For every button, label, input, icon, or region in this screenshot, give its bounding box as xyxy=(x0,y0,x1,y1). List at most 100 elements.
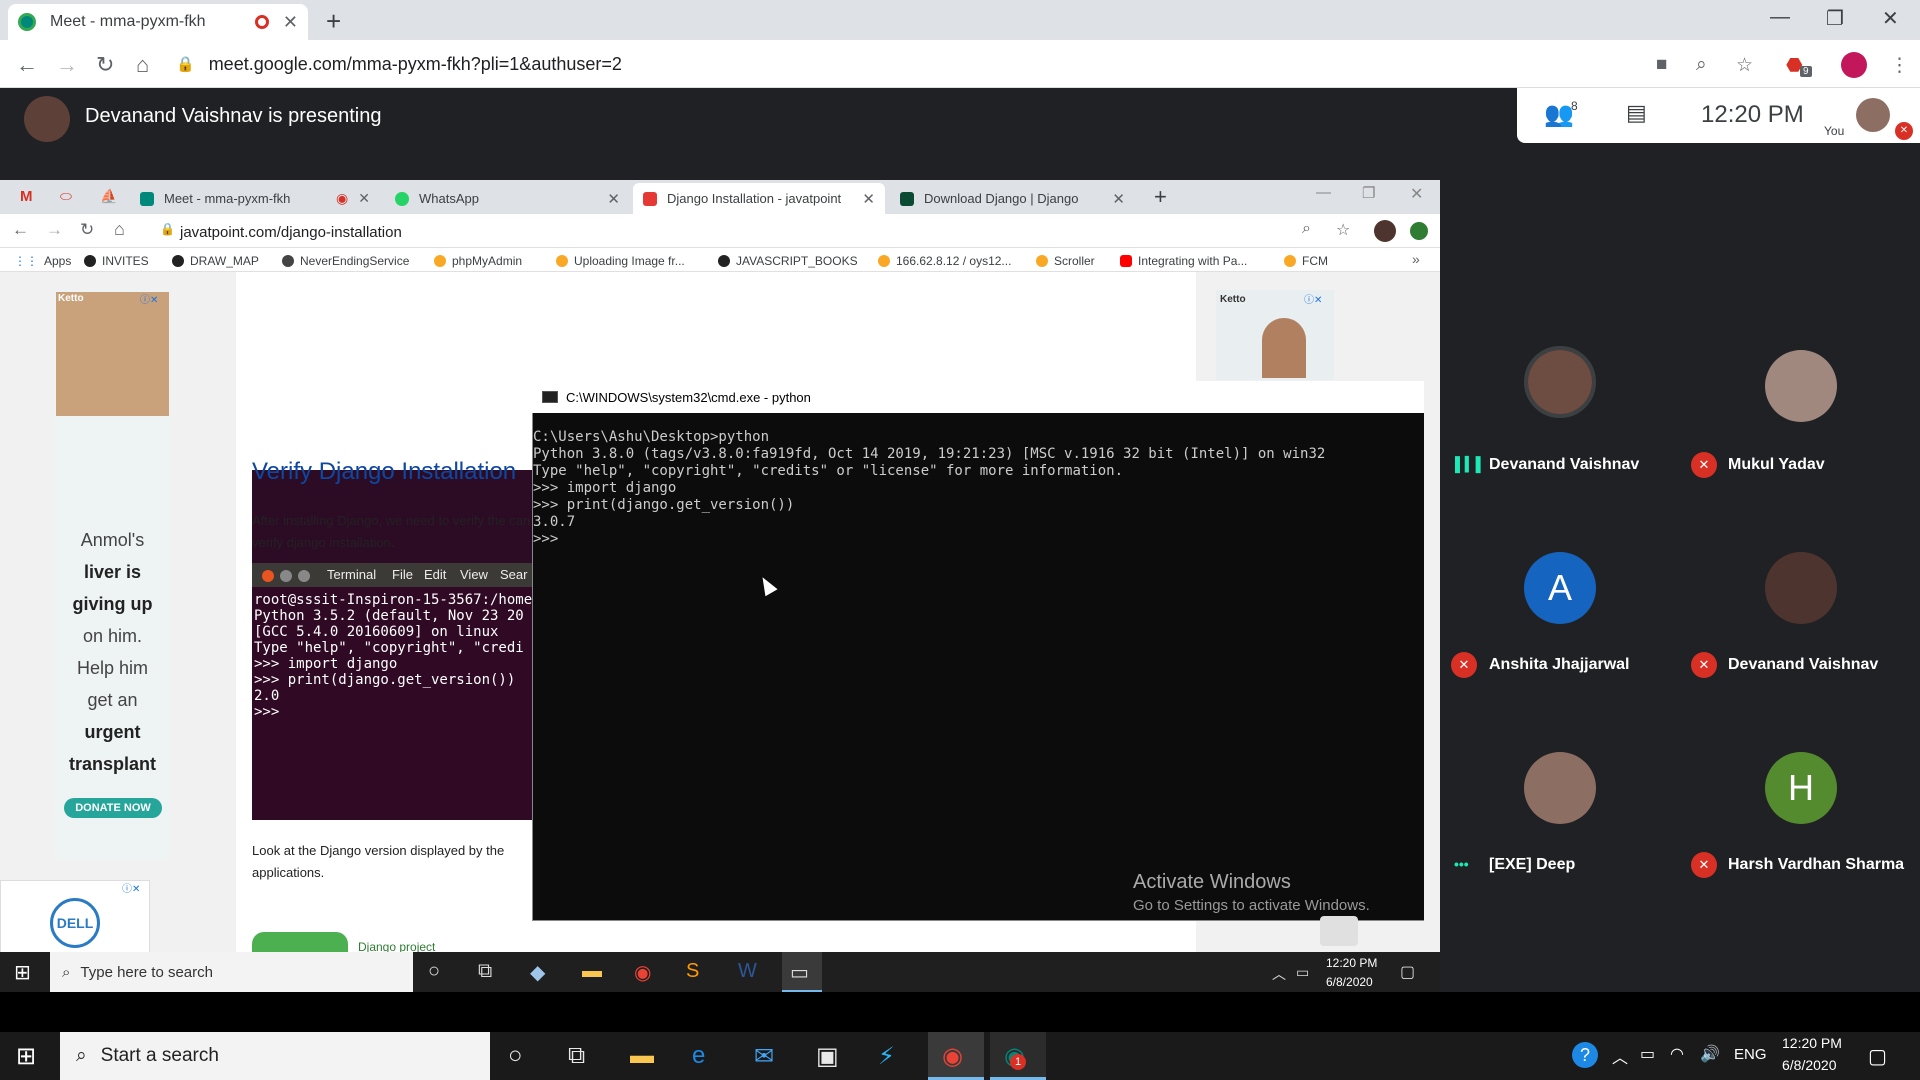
vscode-icon[interactable]: ⚡ xyxy=(878,1042,895,1071)
cmd-window[interactable] xyxy=(532,381,1440,921)
page-scrollbar[interactable] xyxy=(1424,272,1440,992)
help-icon[interactable]: ? xyxy=(1572,1042,1598,1068)
bookmark-invites[interactable]: INVITES xyxy=(84,254,149,268)
close-tab-icon[interactable]: ✕ xyxy=(1112,190,1125,208)
new-tab-button[interactable]: + xyxy=(326,6,341,37)
participant-avatar[interactable]: H xyxy=(1765,752,1837,824)
store-icon[interactable]: ▣ xyxy=(816,1042,839,1071)
reload-icon[interactable]: ↻ xyxy=(80,220,94,240)
bookmark-fcm[interactable]: FCM xyxy=(1284,254,1328,268)
inner-tab-whatsapp[interactable]: WhatsApp ✕ xyxy=(385,183,630,214)
wifi-icon[interactable]: ◠ xyxy=(1670,1044,1684,1064)
zoom-icon[interactable]: ⌕ xyxy=(1696,54,1707,76)
bookmark-uploading-image[interactable]: Uploading Image fr... xyxy=(556,254,685,268)
participant-avatar[interactable] xyxy=(1765,350,1837,422)
inner-tab-meet[interactable]: Meet - mma-pyxm-fkh ◉ ✕ xyxy=(130,183,380,214)
self-avatar[interactable] xyxy=(1856,98,1890,132)
edge-icon[interactable]: e xyxy=(692,1042,705,1070)
task-view-icon[interactable]: ⧉ xyxy=(478,960,492,983)
bookmarks-overflow-icon[interactable]: » xyxy=(1412,251,1420,267)
windows-start-icon[interactable]: ⊞ xyxy=(14,960,31,985)
word-icon[interactable]: W xyxy=(738,960,757,983)
bookmark-apps[interactable]: ⋮⋮ Apps xyxy=(14,254,71,268)
file-explorer-icon[interactable]: ▬ xyxy=(582,960,602,983)
adchoices-icon[interactable]: ⓘ✕ xyxy=(1304,291,1322,306)
language-indicator[interactable]: ENG xyxy=(1734,1046,1767,1063)
pma-icon[interactable]: ⛵ xyxy=(100,188,117,205)
back-icon[interactable]: ← xyxy=(16,52,38,78)
adchoices-icon[interactable]: ⓘ✕ xyxy=(122,880,140,895)
home-icon[interactable]: ⌂ xyxy=(114,219,125,240)
donate-now-button[interactable]: DONATE NOW xyxy=(64,798,162,818)
bookmark-scroller[interactable]: Scroller xyxy=(1036,254,1095,268)
inner-tab-download-django[interactable]: Download Django | Django ✕ xyxy=(890,183,1135,214)
close-tab-icon[interactable]: ✕ xyxy=(862,190,875,208)
scroll-to-top-button[interactable] xyxy=(1320,916,1358,946)
people-icon[interactable]: 👥 xyxy=(1544,100,1574,129)
close-window-button[interactable]: ✕ xyxy=(1882,6,1899,31)
new-tab-button[interactable]: + xyxy=(1154,184,1167,210)
close-tab-icon[interactable]: ✕ xyxy=(283,12,298,33)
bookmark-neverendingservice[interactable]: NeverEndingService xyxy=(282,254,409,268)
inner-url-text[interactable]: javatpoint.com/django-installation xyxy=(180,224,402,241)
bookmark-166-62[interactable]: 166.62.8.12 / oys12... xyxy=(878,254,1011,268)
star-icon[interactable]: ☆ xyxy=(1736,54,1753,77)
chat-icon[interactable]: ▤ xyxy=(1626,100,1647,126)
restore-button[interactable]: ❐ xyxy=(1362,184,1375,202)
participant-avatar[interactable] xyxy=(1524,752,1596,824)
profile-avatar[interactable] xyxy=(1841,52,1867,78)
bookmark-integrating[interactable]: Integrating with Pa... xyxy=(1120,254,1247,268)
inner-tab-django-installation[interactable]: Django Installation - javatpoint ✕ xyxy=(633,183,885,214)
os-time[interactable]: 12:20 PM xyxy=(1782,1035,1842,1051)
profile-avatar[interactable] xyxy=(1374,220,1396,242)
tray-chevron-icon[interactable]: ︿ xyxy=(1612,1044,1628,1068)
bookmark-draw-map[interactable]: DRAW_MAP xyxy=(172,254,259,268)
participant-avatar[interactable] xyxy=(1765,552,1837,624)
os-taskbar-search[interactable]: ⌕ Start a search xyxy=(60,1032,490,1080)
cortana-icon[interactable]: ○ xyxy=(428,960,440,983)
windows-start-icon[interactable]: ⊞ xyxy=(16,1042,36,1071)
restore-button[interactable]: ❐ xyxy=(1826,6,1844,31)
battery-icon[interactable]: ▭ xyxy=(1296,964,1309,981)
reload-icon[interactable]: ↻ xyxy=(96,52,114,78)
participant-avatar[interactable]: A xyxy=(1524,552,1596,624)
close-window-button[interactable]: ✕ xyxy=(1410,184,1423,204)
adchoices-icon[interactable]: ⓘ✕ xyxy=(140,291,158,306)
pinned-tab-icon[interactable]: ⬭ xyxy=(60,188,72,205)
file-explorer-icon[interactable]: ▬ xyxy=(630,1042,654,1070)
task-view-icon[interactable]: ⧉ xyxy=(568,1042,585,1070)
close-tab-icon[interactable]: ✕ xyxy=(358,190,370,207)
notifications-icon[interactable]: ▢ xyxy=(1400,962,1415,982)
bookmark-phpmyadmin[interactable]: phpMyAdmin xyxy=(434,254,522,268)
inner-taskbar-search[interactable]: ⌕ Type here to search xyxy=(50,952,413,992)
mail-icon[interactable]: ✉ xyxy=(754,1042,774,1071)
minimize-button[interactable]: — xyxy=(1770,6,1790,29)
forward-icon[interactable]: → xyxy=(56,52,78,78)
participant-avatar[interactable] xyxy=(1524,346,1596,418)
gmail-icon[interactable]: M xyxy=(20,188,33,205)
action-center-icon[interactable]: ▢ xyxy=(1868,1044,1887,1069)
app-icon[interactable]: ◆ xyxy=(530,960,545,985)
home-icon[interactable]: ⌂ xyxy=(136,52,149,78)
volume-icon[interactable]: 🔊 xyxy=(1700,1044,1720,1064)
sublime-icon[interactable]: S xyxy=(686,960,699,983)
minimize-button[interactable]: — xyxy=(1316,184,1331,201)
os-date[interactable]: 6/8/2020 xyxy=(1782,1057,1837,1073)
forward-icon[interactable]: → xyxy=(46,220,63,240)
tray-chevron-icon[interactable]: ︿ xyxy=(1272,964,1286,984)
menu-icon[interactable]: ⋮ xyxy=(1890,54,1909,77)
battery-icon[interactable]: ▭ xyxy=(1640,1044,1655,1064)
outer-tab-meet[interactable]: Meet - mma-pyxm-fkh ✕ xyxy=(8,4,308,40)
update-icon[interactable] xyxy=(1410,222,1428,240)
star-icon[interactable]: ☆ xyxy=(1336,220,1350,240)
cortana-icon[interactable]: ○ xyxy=(508,1042,523,1070)
back-icon[interactable]: ← xyxy=(12,220,29,240)
camera-icon[interactable]: ■ xyxy=(1656,54,1667,76)
zoom-icon[interactable]: ⌕ xyxy=(1302,220,1311,238)
cmd-titlebar[interactable]: C:\WINDOWS\system32\cmd.exe - python xyxy=(532,381,1440,413)
more-options-icon[interactable]: ••• xyxy=(1454,856,1469,872)
close-tab-icon[interactable]: ✕ xyxy=(607,190,620,208)
outer-address-bar[interactable]: 🔒 meet.google.com/mma-pyxm-fkh?pli=1&aut… xyxy=(176,46,1626,82)
chrome-icon[interactable]: ◉ xyxy=(634,960,651,985)
bookmark-javascript-books[interactable]: JAVASCRIPT_BOOKS xyxy=(718,254,858,268)
